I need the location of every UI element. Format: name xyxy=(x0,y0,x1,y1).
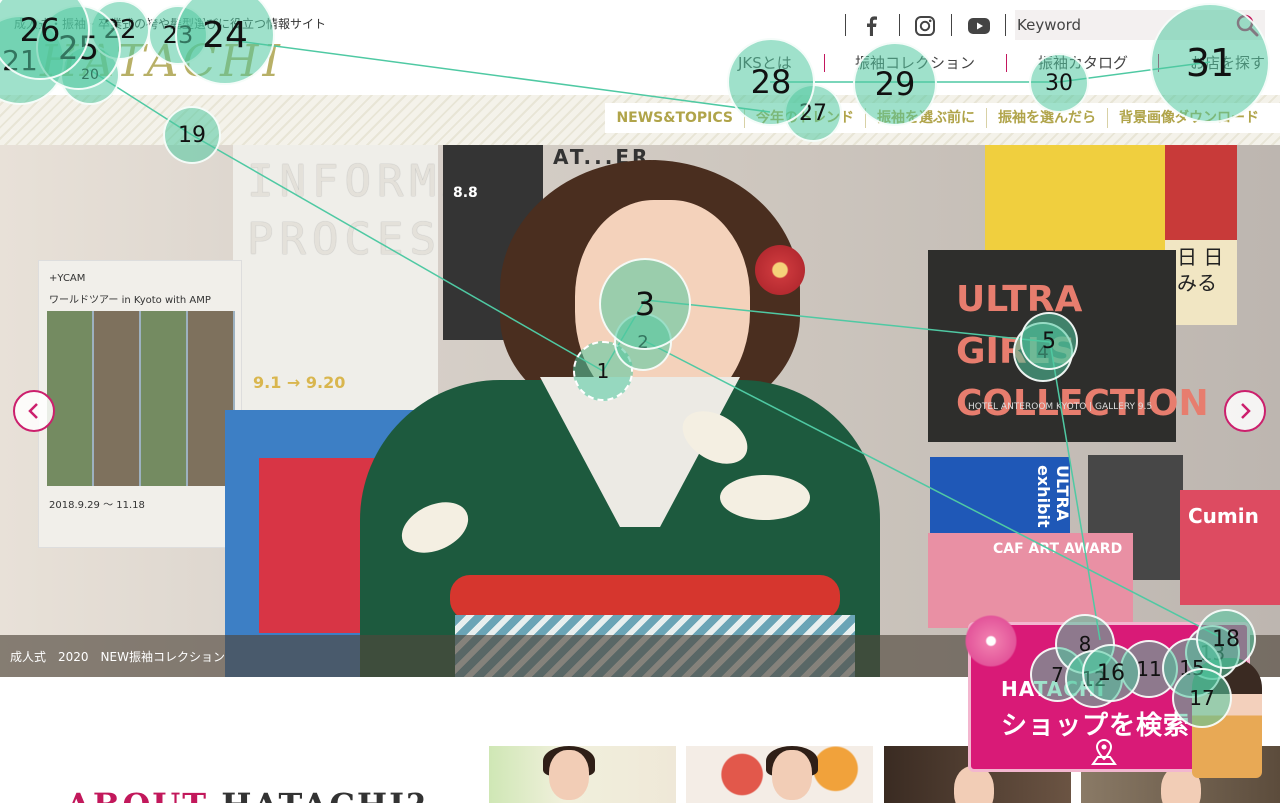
poster-date: 2018.9.29 ～ 11.18 xyxy=(49,500,145,511)
chevron-left-icon xyxy=(28,403,38,419)
nav-item-collection[interactable]: 振袖コレクション xyxy=(855,52,975,73)
poster-ultra-exhibit: ULTRA exhibit xyxy=(930,457,1072,542)
hair-flower xyxy=(755,245,805,295)
shop-brand: HATACHI xyxy=(1001,677,1106,701)
chevron-right-icon xyxy=(1241,403,1251,419)
nav-divider xyxy=(824,54,825,72)
poster-red xyxy=(1165,145,1237,240)
main-nav: JKSとは 振袖コレクション 振袖カタログ お店を探す xyxy=(0,52,1280,76)
obi-cord xyxy=(450,575,840,620)
poster-photo-grid xyxy=(47,311,235,486)
divider xyxy=(845,14,846,36)
poster-dark-text: 8.8 xyxy=(453,185,478,201)
poster-world-tour: +YCAM ワールドツアー in Kyoto with AMP 2018.9.2… xyxy=(38,260,242,548)
sub-nav-bar: NEWS&TOPICS 今年のトレンド 振袖を選ぶ前に 振袖を選んだら 背景画像… xyxy=(0,95,1280,145)
hero-slider[interactable]: INFORMAL PROCESS 9.1 → 9.20 +YCAM ワールドツア… xyxy=(0,145,1280,677)
collection-thumbnail[interactable] xyxy=(489,746,676,803)
subnav-background-download[interactable]: 背景画像ダウンロード xyxy=(1107,108,1270,128)
poster-yellow xyxy=(985,145,1165,255)
slide-caption[interactable]: 成人式 2020 NEW振袖コレクション xyxy=(10,648,225,665)
flower-decoration xyxy=(962,612,1020,670)
poster-cumin-text: Cumin xyxy=(1188,504,1259,528)
poster-title: ワールドツアー in Kyoto with AMP xyxy=(49,295,211,306)
nav-divider xyxy=(1006,54,1007,72)
nav-divider xyxy=(1158,54,1159,72)
divider xyxy=(1005,14,1006,36)
poster-caf-text: CAF ART AWARD xyxy=(993,541,1123,557)
site-tagline: 成人式・振袖・卒業式の袴や髪型選びに役立つ情報サイト xyxy=(14,17,327,31)
youtube-icon[interactable] xyxy=(967,14,991,38)
subnav-after-choosing[interactable]: 振袖を選んだら xyxy=(986,108,1107,128)
social-links xyxy=(845,10,1015,40)
nav-item-catalog[interactable]: 振袖カタログ xyxy=(1038,52,1128,73)
subnav-trend[interactable]: 今年のトレンド xyxy=(744,108,865,128)
collection-thumbnail[interactable] xyxy=(686,746,873,803)
map-pin-icon xyxy=(1089,737,1119,767)
page: 成人式・振袖・卒業式の袴や髪型選びに役立つ情報サイト HATACHI Keywo… xyxy=(0,0,1280,803)
shop-search-widget[interactable]: HATACHI ショップを検索 xyxy=(962,612,1262,778)
poster-informal-dates: 9.1 → 9.20 xyxy=(253,373,346,392)
instagram-icon[interactable] xyxy=(913,14,937,38)
divider xyxy=(951,14,952,36)
poster-caf: CAF ART AWARD xyxy=(928,533,1133,628)
facebook-icon[interactable] xyxy=(860,14,884,38)
slider-next-button[interactable] xyxy=(1224,390,1266,432)
poster-ultra-girls: ULTRA GIRLS COLLECTION HOTEL ANTEROOM KY… xyxy=(928,250,1209,442)
poster-cumin: Cumin xyxy=(1180,490,1280,605)
thumb-face xyxy=(549,750,589,800)
about-heading: ABOUT HATACHI? xyxy=(66,786,427,803)
search-box xyxy=(1015,10,1265,40)
about-heading-part1: ABOUT xyxy=(66,786,208,803)
poster-heading: +YCAM xyxy=(49,273,86,284)
thumb-face xyxy=(772,750,812,800)
search-icon[interactable] xyxy=(1235,13,1259,37)
model-illustration xyxy=(1192,658,1262,778)
nav-item-find-shop[interactable]: お店を探す xyxy=(1190,52,1265,73)
about-heading-part2: HATACHI? xyxy=(221,786,427,803)
divider xyxy=(899,14,900,36)
subnav-news-topics[interactable]: NEWS&TOPICS xyxy=(605,108,744,128)
nav-item-jks[interactable]: JKSとは xyxy=(738,52,792,73)
poster-ultra-exhibit-text: ULTRA exhibit xyxy=(1034,465,1072,528)
sub-nav: NEWS&TOPICS 今年のトレンド 振袖を選ぶ前に 振袖を選んだら 背景画像… xyxy=(605,103,1280,133)
subnav-before-choosing[interactable]: 振袖を選ぶ前に xyxy=(865,108,986,128)
kimono-flower xyxy=(720,475,810,520)
site-header: 成人式・振袖・卒業式の袴や髪型選びに役立つ情報サイト HATACHI Keywo… xyxy=(0,0,1280,95)
search-input[interactable] xyxy=(1015,11,1225,39)
slider-prev-button[interactable] xyxy=(13,390,55,432)
poster-ultra-sub: HOTEL ANTEROOM KYOTO | GALLERY 9.5 xyxy=(968,402,1153,412)
poster-informal: INFORMAL PROCESS 9.1 → 9.20 xyxy=(233,145,501,410)
